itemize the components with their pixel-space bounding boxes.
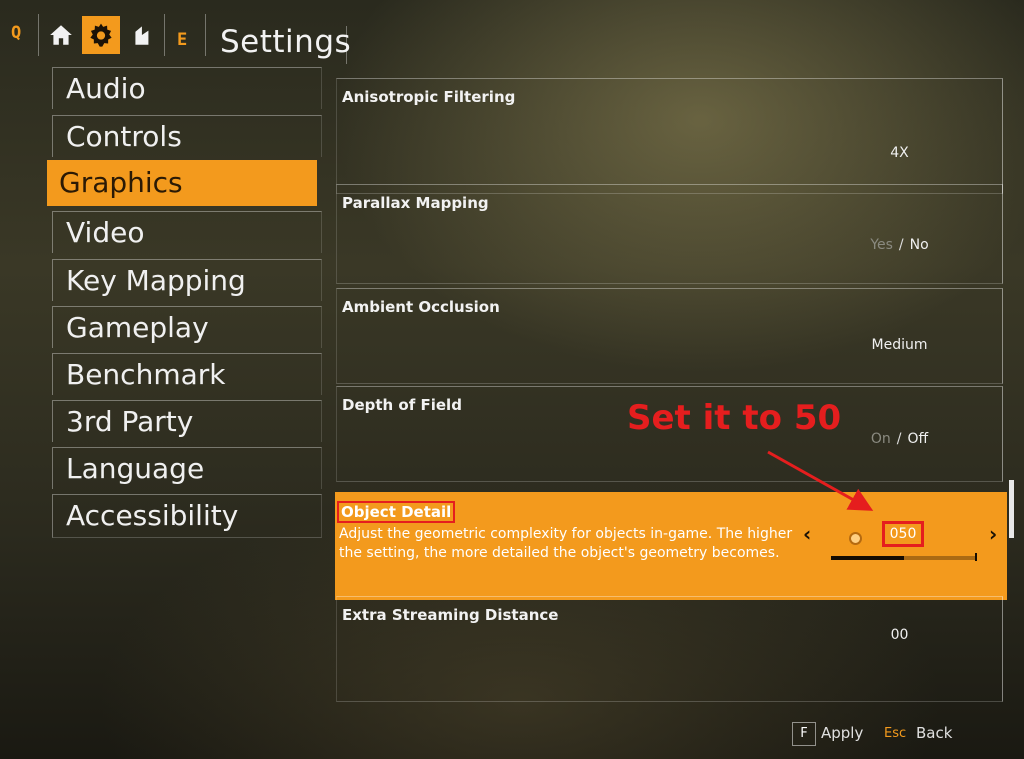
setting-label: Parallax Mapping xyxy=(342,194,489,212)
sidebar-item-audio[interactable]: Audio xyxy=(52,67,322,109)
sidebar-item-label: 3rd Party xyxy=(66,405,194,438)
sidebar-item-graphics[interactable]: Graphics xyxy=(47,160,317,206)
divider xyxy=(205,14,206,56)
setting-anisotropic-filtering[interactable]: Anisotropic Filtering 4X xyxy=(336,78,1003,194)
apply-key[interactable]: F xyxy=(792,722,816,746)
slider-fill xyxy=(831,556,904,560)
chevron-left-icon[interactable]: ‹ xyxy=(803,522,811,546)
sidebar-item-language[interactable]: Language xyxy=(52,447,322,489)
option-off[interactable]: Off xyxy=(907,431,928,447)
sidebar-item-video[interactable]: Video xyxy=(52,211,322,253)
next-tab-key[interactable]: E xyxy=(177,30,187,50)
sidebar-item-controls[interactable]: Controls xyxy=(52,115,322,157)
sidebar-item-label: Video xyxy=(66,216,145,249)
sidebar-item-label: Graphics xyxy=(59,166,183,199)
page-title: Settings xyxy=(220,24,352,60)
chevron-right-icon[interactable]: › xyxy=(989,522,997,546)
sidebar-item-label: Key Mapping xyxy=(66,264,246,297)
back-button[interactable]: Back xyxy=(916,724,952,742)
divider xyxy=(164,14,165,56)
slider-end-mark xyxy=(975,553,977,561)
setting-value: 00 xyxy=(890,627,909,643)
value-slider[interactable] xyxy=(831,556,977,560)
setting-ambient-occlusion[interactable]: Ambient Occlusion Medium xyxy=(336,288,1003,384)
sidebar-item-3rd-party[interactable]: 3rd Party xyxy=(52,400,322,442)
divider xyxy=(346,26,347,64)
sidebar-item-label: Controls xyxy=(66,120,182,153)
prev-tab-key[interactable]: Q xyxy=(11,23,21,43)
option-no[interactable]: No xyxy=(910,237,929,253)
home-icon[interactable] xyxy=(42,16,80,54)
setting-value: 4X xyxy=(890,145,909,161)
sidebar-item-label: Gameplay xyxy=(66,311,209,344)
sidebar-item-label: Language xyxy=(66,452,205,485)
sidebar-item-benchmark[interactable]: Benchmark xyxy=(52,353,322,395)
option-on[interactable]: On xyxy=(871,431,891,447)
slider-indicator-icon xyxy=(849,532,862,545)
setting-toggle: Yes / No xyxy=(837,237,962,253)
option-yes[interactable]: Yes xyxy=(870,237,893,253)
setting-label: Object Detail xyxy=(337,501,456,523)
divider xyxy=(38,14,39,56)
setting-extra-streaming-distance[interactable]: Extra Streaming Distance 00 xyxy=(336,596,1003,702)
setting-toggle: On / Off xyxy=(837,431,962,447)
setting-value: Medium xyxy=(871,337,928,353)
sidebar-item-accessibility[interactable]: Accessibility xyxy=(52,494,322,538)
setting-description: Adjust the geometric complexity for obje… xyxy=(339,526,793,561)
scrollbar[interactable] xyxy=(1009,480,1014,538)
sidebar-item-label: Accessibility xyxy=(66,499,239,532)
sidebar-item-key-mapping[interactable]: Key Mapping xyxy=(52,259,322,301)
annotation-text: Set it to 50 xyxy=(627,398,842,438)
inventory-icon[interactable] xyxy=(124,16,162,54)
option-separator: / xyxy=(898,237,904,253)
apply-button[interactable]: Apply xyxy=(821,724,863,742)
sidebar-item-label: Audio xyxy=(66,72,146,105)
footer-actions: F Apply Esc Back xyxy=(780,712,1020,752)
setting-label: Extra Streaming Distance xyxy=(342,606,559,624)
setting-value: 050 xyxy=(882,521,924,547)
gear-icon[interactable] xyxy=(82,16,120,54)
back-key[interactable]: Esc xyxy=(884,726,906,741)
sidebar-item-label: Benchmark xyxy=(66,358,226,391)
setting-label: Depth of Field xyxy=(342,396,462,414)
setting-label: Anisotropic Filtering xyxy=(342,88,516,106)
sidebar-item-gameplay[interactable]: Gameplay xyxy=(52,306,322,348)
option-separator: / xyxy=(896,431,902,447)
setting-object-detail[interactable]: Object Detail Adjust the geometric compl… xyxy=(335,492,1007,600)
setting-label: Ambient Occlusion xyxy=(342,298,500,316)
setting-parallax-mapping[interactable]: Parallax Mapping Yes / No xyxy=(336,184,1003,284)
